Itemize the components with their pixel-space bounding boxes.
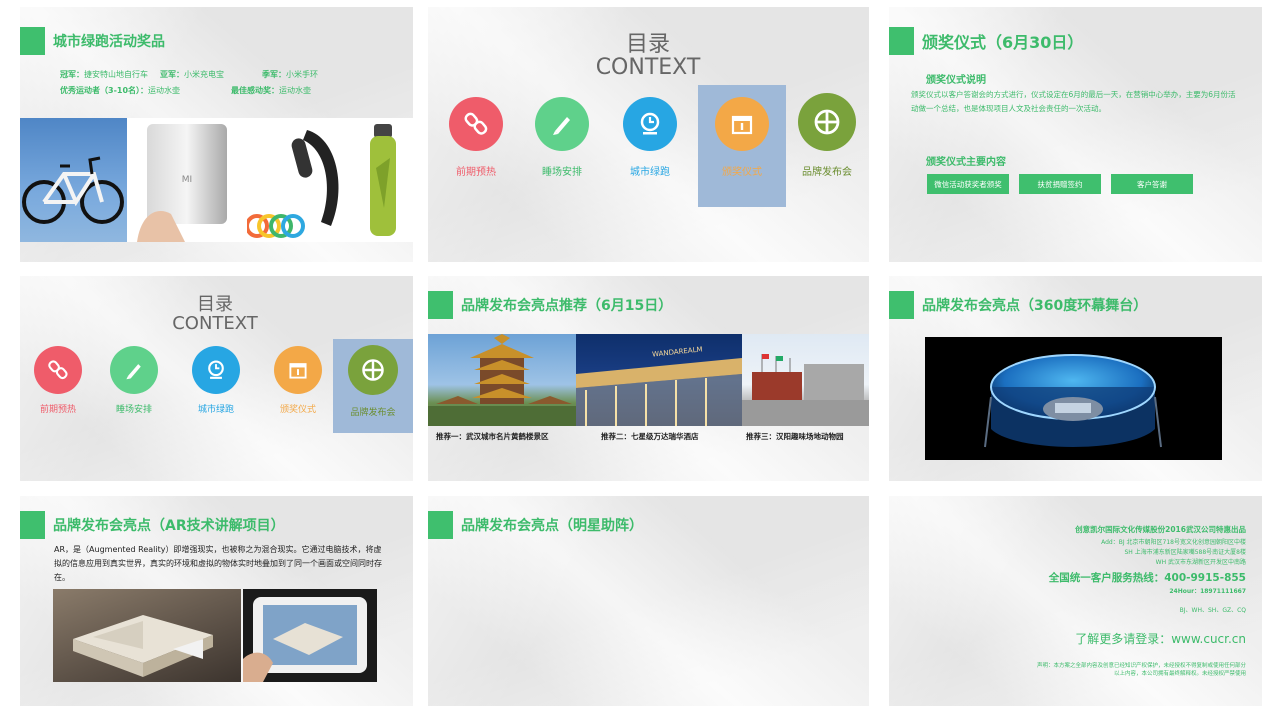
address-bj: Add：BJ 北京市朝阳区718号宽文化创意园朝阳区中楼 bbox=[1101, 539, 1246, 546]
prize-runner-up: 亚军：小米充电宝 bbox=[160, 70, 224, 79]
venue-caption-1: 推荐一：武汉城市名片黄鹤楼景区 bbox=[436, 432, 549, 441]
toc-item-green-run[interactable]: 城市绿跑 bbox=[172, 346, 260, 415]
toc-item-venue[interactable]: 睡场安排 bbox=[518, 93, 606, 187]
slide-header: 品牌发布会亮点（明星助阵） bbox=[428, 511, 643, 539]
toc-title: 目录 CONTEXT bbox=[595, 32, 701, 81]
toc-item-green-run[interactable]: 城市绿跑 bbox=[606, 93, 694, 187]
toc-item-warmup[interactable]: 前期预热 bbox=[432, 93, 520, 187]
venue-caption-2: 推荐二：七星级万达瑞华酒店 bbox=[601, 432, 699, 441]
toc-item-award[interactable]: 颁奖仪式 bbox=[698, 85, 786, 207]
smart-band-photo bbox=[247, 118, 354, 242]
venue-caption-3: 推荐三：汉阳趣味场地动物园 bbox=[746, 432, 844, 441]
header-accent-bar bbox=[428, 291, 453, 319]
slide-header: 城市绿跑活动奖品 bbox=[20, 27, 165, 55]
toc-item-launch[interactable]: 品牌发布会 bbox=[783, 93, 869, 183]
service-hotline: 全国统一客户服务热线：400-9915-855 bbox=[1048, 572, 1246, 584]
venue-photos: WANDAREALM bbox=[428, 334, 869, 426]
target-icon bbox=[798, 93, 856, 151]
header-accent-bar bbox=[428, 511, 453, 539]
slide-header: 颁奖仪式（6月30日） bbox=[889, 27, 1083, 55]
slide-360-stage[interactable]: 品牌发布会亮点（360度环幕舞台） bbox=[889, 276, 1262, 481]
slide-title: 品牌发布会亮点（AR技术讲解项目） bbox=[53, 518, 285, 534]
slide-launch-venues[interactable]: 品牌发布会亮点推荐（6月15日） WANDAREALM 推荐一：武汉城市名片黄鹤… bbox=[428, 276, 869, 481]
poverty-donation-button[interactable]: 扶贫捐赠签约 bbox=[1019, 174, 1101, 194]
slide-title: 品牌发布会亮点（360度环幕舞台） bbox=[922, 298, 1148, 314]
slide-ar-project[interactable]: 品牌发布会亮点（AR技术讲解项目） AR，是（Augmented Reality… bbox=[20, 496, 413, 706]
link-icon bbox=[449, 97, 503, 151]
hotline-24h: 24Hour：18971111667 bbox=[1169, 588, 1246, 595]
company-name: 创意凯尔国际文化传媒股份2016武汉公司特惠出品 bbox=[1075, 525, 1246, 534]
water-bottle-photo bbox=[354, 118, 413, 242]
prize-excellent: 优秀运动者（3-10名）：运动水壶 bbox=[60, 86, 181, 95]
wanda-hotel-photo: WANDAREALM bbox=[576, 334, 742, 426]
prize-moving: 最佳感动奖：运动水壶 bbox=[231, 86, 311, 95]
award-winners-button[interactable]: 微信活动获奖者颁奖 bbox=[927, 174, 1009, 194]
header-accent-bar bbox=[889, 291, 914, 319]
prize-photos: MI bbox=[20, 118, 413, 242]
clock-icon bbox=[623, 97, 677, 151]
header-accent-bar bbox=[889, 27, 914, 55]
slide-prizes[interactable]: 城市绿跑活动奖品 冠军：捷安特山地自行车 亚军：小米充电宝 季军：小米手环 优秀… bbox=[20, 7, 413, 262]
desc-text: 颁奖仪式以客户答谢会的方式进行，仪式设定在6月的最后一天，在营销中心举办，主要为… bbox=[911, 90, 1236, 114]
prize-third: 季军：小米手环 bbox=[262, 70, 318, 79]
city-list: BJ、WH、SH、GZ、CQ bbox=[1179, 607, 1246, 614]
slide-award-ceremony[interactable]: 颁奖仪式（6月30日） 颁奖仪式说明 颁奖仪式以客户答谢会的方式进行，仪式设定在… bbox=[889, 7, 1262, 262]
content-heading: 颁奖仪式主要内容 bbox=[926, 157, 1006, 168]
slide-star-support[interactable]: 品牌发布会亮点（明星助阵） bbox=[428, 496, 869, 706]
ar-model-photo bbox=[53, 589, 241, 682]
pen-icon bbox=[110, 346, 158, 394]
ar-description: AR，是（Augmented Reality）即增强现实，也被称之为混合现实。它… bbox=[54, 545, 382, 582]
target-icon bbox=[348, 345, 398, 395]
customer-thanks-button[interactable]: 客户答谢 bbox=[1111, 174, 1193, 194]
disclaimer-line1: 声明：本方案之全部内容及创意已经知识产权保护，未经授权不得复制或使用任何部分 bbox=[1036, 663, 1246, 669]
prize-champion: 冠军：捷安特山地自行车 bbox=[60, 70, 148, 79]
calendar-icon bbox=[274, 346, 322, 394]
slide-contact[interactable]: 创意凯尔国际文化传媒股份2016武汉公司特惠出品 Add：BJ 北京市朝阳区71… bbox=[889, 496, 1262, 706]
slide-header: 品牌发布会亮点推荐（6月15日） bbox=[428, 291, 672, 319]
slide-header: 品牌发布会亮点（360度环幕舞台） bbox=[889, 291, 1147, 319]
slide-title: 城市绿跑活动奖品 bbox=[53, 34, 165, 50]
svg-text:MI: MI bbox=[182, 175, 192, 185]
link-icon bbox=[34, 346, 82, 394]
slide-title: 颁奖仪式（6月30日） bbox=[922, 33, 1084, 52]
disclaimer-line2: 以上内容，本公司拥有最终解释权。未经授权严禁使用 bbox=[1113, 671, 1246, 677]
slide-title: 品牌发布会亮点（明星助阵） bbox=[461, 518, 643, 534]
slide-toc-launch[interactable]: 目录 CONTEXT 前期预热 睡场安排 城市绿跑 颁奖仪式 品牌发布会 bbox=[20, 276, 413, 481]
slide-title: 品牌发布会亮点推荐（6月15日） bbox=[461, 298, 673, 314]
toc-item-award[interactable]: 颁奖仪式 bbox=[254, 346, 342, 415]
power-bank-photo: MI bbox=[127, 118, 247, 242]
desc-heading: 颁奖仪式说明 bbox=[926, 75, 986, 86]
toc-item-venue[interactable]: 睡场安排 bbox=[90, 346, 178, 415]
address-wh: WH 武汉市东湖新区开发区中南路 bbox=[1155, 559, 1246, 566]
slide-toc[interactable]: 目录 CONTEXT 前期预热 睡场安排 城市绿跑 颁奖仪式 品牌发布会 bbox=[428, 7, 869, 262]
slide-header: 品牌发布会亮点（AR技术讲解项目） bbox=[20, 511, 285, 539]
website-link[interactable]: 了解更多请登录：www.cucr.cn bbox=[1075, 630, 1246, 647]
bike-photo bbox=[20, 118, 127, 242]
toc-item-launch[interactable]: 品牌发布会 bbox=[333, 339, 413, 433]
calendar-icon bbox=[715, 97, 769, 151]
clock-icon bbox=[192, 346, 240, 394]
yellow-crane-tower-photo bbox=[428, 334, 576, 426]
stage-render-photo bbox=[925, 337, 1222, 460]
address-sh: SH 上海市浦东新区陆家嘴588号南证大厦8楼 bbox=[1124, 549, 1247, 556]
toc-title: 目录 CONTEXT bbox=[172, 294, 258, 334]
zoo-gate-photo bbox=[742, 334, 869, 426]
ar-tablet-photo bbox=[243, 589, 377, 682]
header-accent-bar bbox=[20, 511, 45, 539]
pen-icon bbox=[535, 97, 589, 151]
header-accent-bar bbox=[20, 27, 45, 55]
